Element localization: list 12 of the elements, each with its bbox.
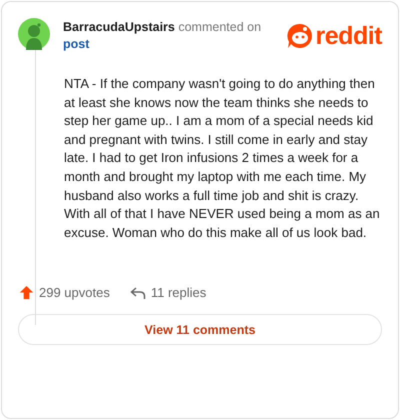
logo-text: reddit	[316, 23, 382, 49]
snoo-icon	[286, 23, 313, 49]
reply-icon[interactable]	[130, 286, 146, 300]
reply-count: 11 replies	[150, 285, 206, 300]
upvote-icon[interactable]	[19, 285, 34, 300]
upvote-count: 299 upvotes	[39, 285, 110, 300]
view-comments-button[interactable]: View 11 comments	[18, 314, 382, 346]
post-link[interactable]: post	[63, 36, 90, 52]
comment-text: NTA - If the company wasn't going to do anything then at least she knows now the team thinks she needs to step her game up.. I am a mom of a special needs kid and pregnant with twins. I still come in early and stay late. I had to get Iron infusions 2 times a week for a month and brought my laptop with me each time. My husband also works a full time job and shit is crazy. With all of that I have NEVER used being a mom as an excuse. Woman who do this make all of us look bad.	[64, 75, 381, 242]
avatar-icon	[18, 18, 50, 50]
action-text: commented on	[178, 20, 262, 34]
author-name[interactable]: BarracudaUpstairs	[63, 20, 175, 34]
